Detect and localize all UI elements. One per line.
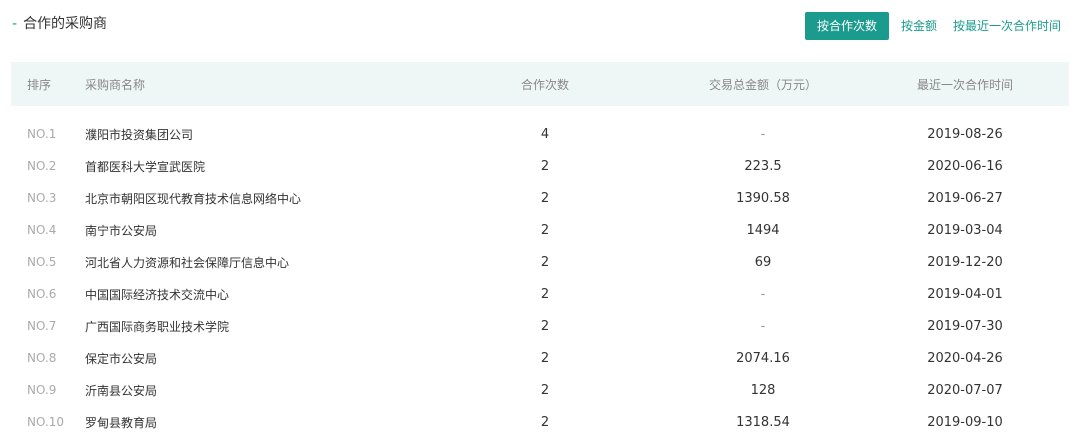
row-latest-date: 2020-04-26 — [927, 350, 1003, 366]
row-rank: NO.10 — [27, 415, 65, 429]
row-purchaser-name: 北京市朝阳区现代教育技术信息网络中心 — [85, 191, 302, 206]
row-purchaser-name: 罗甸县教育局 — [85, 415, 158, 430]
header-name: 采购商名称 — [85, 77, 146, 92]
sort-by-count-tab[interactable]: 按合作次数 — [804, 12, 889, 40]
row-cooperation-count: 2 — [540, 222, 550, 238]
header-date: 最近一次合作时间 — [916, 77, 1013, 92]
row-purchaser-name: 河北省人力资源和社会保障厅信息中心 — [85, 255, 290, 270]
row-purchaser-name: 中国国际经济技术交流中心 — [85, 287, 230, 302]
purchaser-table: 排序 采购商名称 合作次数 交易总金额（万元） 最近一次合作时间 NO.1 濮阳市… — [11, 62, 1069, 438]
table-row: NO.10 罗甸县教育局 2 1318.54 2019-09-10 — [11, 406, 1069, 438]
row-purchaser-name: 首都医科大学宣武医院 — [85, 159, 206, 174]
row-latest-date: 2020-06-16 — [927, 158, 1003, 174]
row-rank: NO.7 — [27, 319, 57, 333]
sort-by-recent-tab[interactable]: 按最近一次合作时间 — [945, 12, 1069, 40]
row-total-amount: 1390.58 — [736, 190, 790, 206]
row-latest-date: 2020-07-07 — [927, 382, 1003, 398]
row-rank: NO.8 — [27, 351, 57, 365]
table-row: NO.4 南宁市公安局 2 1494 2019-03-04 — [11, 214, 1069, 246]
row-cooperation-count: 2 — [540, 286, 550, 302]
row-total-amount: 128 — [750, 382, 776, 398]
row-latest-date: 2019-07-30 — [927, 318, 1003, 334]
row-total-amount: - — [760, 126, 766, 142]
header-count: 合作次数 — [520, 77, 569, 92]
row-cooperation-count: 4 — [540, 126, 550, 142]
row-total-amount: 223.5 — [744, 158, 782, 174]
header-amount: 交易总金额（万元） — [708, 77, 817, 92]
sort-by-amount-tab[interactable]: 按金额 — [893, 12, 945, 40]
sort-tabs: 按合作次数 按金额 按最近一次合作时间 — [804, 12, 1069, 40]
row-purchaser-name: 濮阳市投资集团公司 — [85, 127, 194, 142]
section-title-text: 合作的采购商 — [23, 16, 108, 32]
table-body: NO.1 濮阳市投资集团公司 4 - 2019-08-26 NO.2 首都医科大学宣武医院 2… — [11, 106, 1069, 438]
table-row: NO.5 河北省人力资源和社会保障厅信息中心 2 69 2019-12-20 — [11, 246, 1069, 278]
row-purchaser-name: 南宁市公安局 — [85, 223, 158, 238]
table-row: NO.1 濮阳市投资集团公司 4 - 2019-08-26 — [11, 118, 1069, 150]
row-total-amount: 2074.16 — [736, 350, 790, 366]
row-rank: NO.9 — [27, 383, 57, 397]
row-cooperation-count: 2 — [540, 350, 550, 366]
table-row: NO.7 广西国际商务职业技术学院 2 - 2019-07-30 — [11, 310, 1069, 342]
row-cooperation-count: 2 — [540, 382, 550, 398]
section-title: - 合作的采购商 — [12, 13, 107, 33]
table-row: NO.9 沂南县公安局 2 128 2020-07-07 — [11, 374, 1069, 406]
row-rank: NO.2 — [27, 159, 57, 173]
row-purchaser-name: 保定市公安局 — [85, 351, 158, 366]
row-cooperation-count: 2 — [540, 190, 550, 206]
row-cooperation-count: 2 — [540, 318, 550, 334]
row-purchaser-name: 沂南县公安局 — [85, 383, 158, 398]
row-rank: NO.5 — [27, 255, 57, 269]
row-total-amount: 1318.54 — [736, 414, 790, 430]
row-rank: NO.3 — [27, 191, 57, 205]
row-total-amount: - — [760, 318, 766, 334]
row-total-amount: 69 — [754, 254, 772, 270]
row-total-amount: 1494 — [746, 222, 780, 238]
table-row: NO.3 北京市朝阳区现代教育技术信息网络中心 2 1390.58 2019-06-27 — [11, 182, 1069, 214]
table-header: 排序 采购商名称 合作次数 交易总金额（万元） 最近一次合作时间 — [11, 62, 1069, 106]
header-rank: 排序 — [27, 77, 52, 92]
row-latest-date: 2019-12-20 — [927, 254, 1003, 270]
row-latest-date: 2019-08-26 — [927, 126, 1003, 142]
row-latest-date: 2019-09-10 — [927, 414, 1003, 430]
row-total-amount: - — [760, 286, 766, 302]
section-title-dash: - — [12, 16, 18, 32]
table-row: NO.2 首都医科大学宣武医院 2 223.5 2020-06-16 — [11, 150, 1069, 182]
row-cooperation-count: 2 — [540, 158, 550, 174]
row-cooperation-count: 2 — [540, 414, 550, 430]
table-row: NO.8 保定市公安局 2 2074.16 2020-04-26 — [11, 342, 1069, 374]
row-rank: NO.1 — [27, 127, 57, 141]
row-rank: NO.4 — [27, 223, 57, 237]
row-latest-date: 2019-04-01 — [927, 286, 1003, 302]
row-purchaser-name: 广西国际商务职业技术学院 — [85, 319, 230, 334]
row-rank: NO.6 — [27, 287, 57, 301]
row-latest-date: 2019-03-04 — [927, 222, 1003, 238]
row-cooperation-count: 2 — [540, 254, 550, 270]
row-latest-date: 2019-06-27 — [927, 190, 1003, 206]
table-row: NO.6 中国国际经济技术交流中心 2 - 2019-04-01 — [11, 278, 1069, 310]
